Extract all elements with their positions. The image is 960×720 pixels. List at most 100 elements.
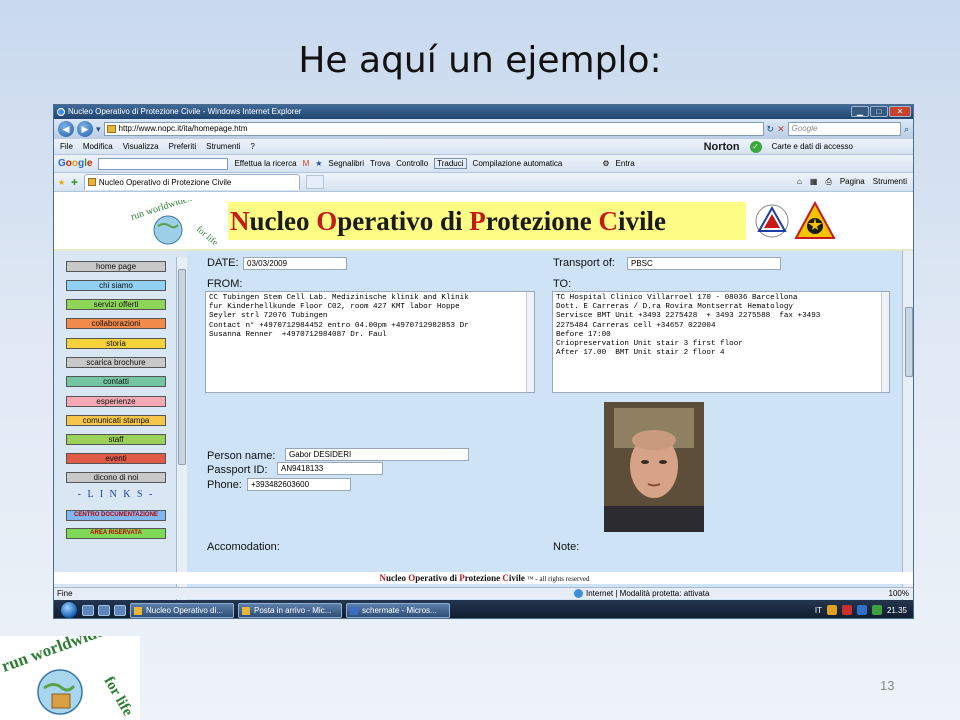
find-button[interactable]: Trova	[370, 159, 390, 168]
status-bar: Fine Internet | Modalità protetta: attiv…	[54, 587, 913, 599]
stop-icon[interactable]: ✕	[777, 124, 785, 135]
add-favorite-icon[interactable]: ✚	[71, 178, 78, 187]
taskbar-item-word[interactable]: schermate - Micros...	[346, 602, 450, 618]
area-riservata-button[interactable]: AREA RISERVATA	[66, 528, 166, 539]
page-menu[interactable]: Pagina	[840, 177, 865, 187]
norton-cards-button[interactable]: Carte e dati di accesso	[772, 142, 853, 151]
slide-title: He aquí un ejemplo:	[298, 40, 662, 81]
refresh-icon[interactable]: ↻	[767, 124, 775, 135]
run-worldwide-logo: run worldwide... for life	[130, 200, 221, 248]
transport-field[interactable]: PBSC	[627, 257, 781, 270]
google-logo: Google	[58, 158, 93, 169]
new-tab-button[interactable]	[305, 175, 324, 189]
menu-file[interactable]: File	[60, 142, 73, 151]
spellcheck-button[interactable]: Controllo	[396, 159, 428, 168]
quicklaunch-ie-icon[interactable]	[98, 604, 110, 616]
check-icon[interactable]: ✓	[749, 140, 762, 153]
tray-app-icon[interactable]	[826, 605, 837, 615]
search-input[interactable]: Google	[787, 122, 901, 136]
sidebar-item-esperienze[interactable]: esperienze	[66, 396, 166, 407]
signin-button[interactable]: Entra	[616, 159, 635, 168]
minimize-button[interactable]: ▁	[851, 106, 869, 117]
sidebar-item-chi-siamo[interactable]: chi siamo	[66, 280, 166, 291]
date-field[interactable]: 03/03/2009	[243, 257, 347, 270]
sidebar-scrollbar[interactable]	[176, 257, 187, 600]
sidebar-item-contatti[interactable]: contatti	[66, 376, 166, 387]
ie-icon	[57, 108, 65, 116]
translate-button[interactable]: Traduci	[434, 158, 467, 169]
menu-modifica[interactable]: Modifica	[83, 142, 113, 151]
maximize-button[interactable]: □	[870, 106, 888, 117]
web-page: run worldwide... for life Nucleo Operati…	[54, 194, 913, 600]
chevron-down-icon[interactable]: ▾	[96, 124, 101, 135]
page-scrollbar[interactable]	[902, 251, 913, 600]
to-label: TO:	[553, 278, 572, 290]
taskbar-item-mail[interactable]: Posta in arrivo - Mic...	[238, 602, 342, 618]
passport-field[interactable]: AN9418133	[277, 462, 383, 475]
norton-logo[interactable]: Norton	[704, 141, 740, 153]
globe-icon	[574, 589, 583, 598]
tab-favicon-icon	[87, 178, 96, 186]
close-button[interactable]: ✕	[889, 106, 911, 117]
sidebar-item-home-page[interactable]: home page	[66, 261, 166, 272]
tray-network-icon[interactable]	[856, 605, 867, 615]
favorites-star-icon[interactable]: ★	[58, 178, 65, 187]
sidebar-item-eventi[interactable]: eventi	[66, 453, 166, 464]
search-icon[interactable]: ⌕	[904, 124, 909, 135]
menu-visualizza[interactable]: Visualizza	[123, 142, 159, 151]
bookmarks-button[interactable]: Segnalibri	[328, 159, 364, 168]
sidebar-item-comunicati-stampa[interactable]: comunicati stampa	[66, 415, 166, 426]
menu-help[interactable]: ?	[250, 142, 254, 151]
window-titlebar: Nucleo Operativo di Protezione Civile - …	[54, 105, 913, 119]
clock[interactable]: 21.35	[887, 606, 907, 615]
protezione-civile-seal-icon	[755, 204, 789, 238]
centro-documentazione-button[interactable]: CENTRO DOCUMENTAZIONE	[66, 510, 166, 521]
to-textarea[interactable]: TC Hospital Clinico Villarroel 170 - 080…	[552, 291, 890, 393]
language-indicator[interactable]: IT	[815, 606, 822, 615]
feeds-icon[interactable]: ▦	[810, 177, 818, 187]
phone-label: Phone:	[207, 479, 242, 491]
star-icon[interactable]: ★	[315, 159, 322, 168]
tray-volume-icon[interactable]	[871, 605, 882, 615]
transport-form: DATE: 03/03/2009 Transport of: PBSC FROM…	[197, 251, 900, 600]
zoom-level[interactable]: 100%	[814, 588, 913, 599]
status-text: Fine	[57, 589, 73, 598]
sidebar-item-scarica-brochure[interactable]: scarica brochure	[66, 357, 166, 368]
home-icon[interactable]: ⌂	[797, 177, 802, 187]
forward-button[interactable]: ▶	[77, 121, 93, 137]
google-search-input[interactable]	[98, 157, 229, 170]
tray-security-icon[interactable]	[841, 605, 852, 615]
phone-field[interactable]: +393482603600	[247, 478, 351, 491]
taskbar-item-browser[interactable]: Nucleo Operativo di...	[130, 602, 234, 618]
url-input[interactable]: http://www.nopc.it/ita/homepage.htm	[103, 122, 764, 136]
google-search-button[interactable]: Effettua la ricerca	[234, 159, 296, 168]
start-button[interactable]	[60, 601, 78, 618]
regional-emblem-icon	[794, 200, 836, 239]
person-name-field[interactable]: Gabor DESIDERI	[285, 448, 469, 461]
sidebar-item-staff[interactable]: staff	[66, 434, 166, 445]
quicklaunch-desktop-icon[interactable]	[82, 604, 94, 616]
back-button[interactable]: ◀	[58, 121, 74, 137]
from-textarea[interactable]: CC Tubingen Stem Cell Lab. Medizinische …	[205, 291, 535, 393]
print-icon[interactable]: ⎙	[825, 177, 831, 187]
menu-strumenti[interactable]: Strumenti	[206, 142, 240, 151]
tab-bar: ★ ✚ Nucleo Operativo di Protezione Civil…	[54, 173, 913, 192]
links-heading: - L I N K S -	[77, 489, 155, 500]
menu-preferiti[interactable]: Preferiti	[169, 142, 197, 151]
person-name-label: Person name:	[207, 450, 276, 462]
autofill-button[interactable]: Compilazione automatica	[473, 159, 563, 168]
gmail-icon[interactable]: M	[303, 159, 310, 168]
quicklaunch-mail-icon[interactable]	[114, 604, 126, 616]
svg-text:for life: for life	[195, 224, 220, 248]
sidebar-item-storia[interactable]: storia	[66, 338, 166, 349]
sidebar-item-servizi-offerti[interactable]: servizi offerti	[66, 299, 166, 310]
sidebar-item-collaborazioni[interactable]: collaborazioni	[66, 318, 166, 329]
page-footer: Nucleo Operativo di Protezione Civile ™ …	[54, 572, 913, 584]
date-label: DATE:	[207, 257, 239, 269]
wrench-icon[interactable]: ⚙	[602, 159, 609, 168]
slide-number: 13	[880, 678, 895, 693]
tab-active[interactable]: Nucleo Operativo di Protezione Civile	[83, 174, 300, 190]
sidebar-nav: home page chi siamo servizi offerti coll…	[54, 251, 187, 600]
tools-menu[interactable]: Strumenti	[873, 177, 907, 187]
sidebar-item-dicono-di-noi[interactable]: dicono di noi	[66, 472, 166, 483]
